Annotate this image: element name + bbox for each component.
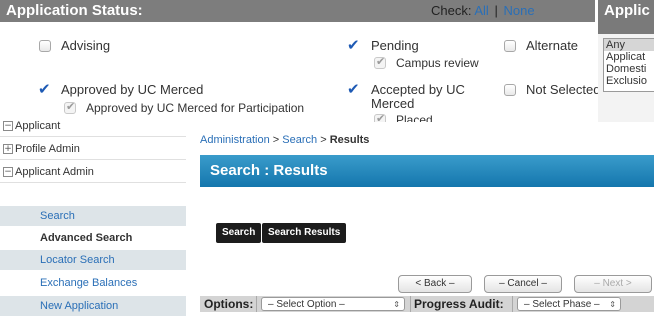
sidebar-item-search[interactable]: Search (0, 206, 186, 226)
back-button[interactable]: < Back – (398, 275, 472, 293)
check-label: Check: (431, 3, 472, 18)
campus-review-checkbox[interactable] (374, 55, 386, 69)
options-divider (256, 296, 257, 312)
cancel-button[interactable]: – Cancel – (484, 275, 562, 293)
main-content: Administration > Search > Results Search… (196, 122, 654, 312)
search-results-button[interactable]: Search Results (262, 223, 347, 243)
options-divider (512, 296, 513, 312)
advising-checkbox[interactable] (39, 40, 51, 52)
options-select-value: – Select Option – (268, 299, 345, 310)
advising-label: Advising (61, 38, 111, 53)
sidebar-item-label: Profile Admin (15, 143, 80, 155)
expand-icon: + (3, 144, 13, 154)
results-title-bar: Search : Results (200, 155, 654, 187)
next-button[interactable]: – Next > (574, 275, 652, 293)
check-separator: | (494, 3, 498, 18)
sidebar-item-label: Advanced Search (40, 232, 133, 244)
breadcrumb-arrow: > (272, 134, 280, 146)
sidebar-item-label: Search (40, 210, 75, 222)
listbox-option[interactable]: Exclusio (604, 75, 654, 87)
breadcrumb: Administration > Search > Results (200, 134, 369, 146)
options-divider (410, 296, 411, 312)
sidebar-item-label: Applicant Admin (15, 166, 94, 178)
breadcrumb-arrow: > (320, 134, 327, 146)
approved-participation-checkbox[interactable] (64, 100, 76, 114)
application-type-header: Applic (598, 0, 654, 34)
breadcrumb-administration[interactable]: Administration (200, 134, 270, 146)
listbox-option[interactable]: Applicat (604, 51, 654, 63)
breadcrumb-search[interactable]: Search (282, 134, 317, 146)
progress-audit-label: Progress Audit: (414, 297, 504, 311)
approved-participation-label: Approved by UC Merced for Participation (86, 101, 305, 115)
admin-screen: − Applicant + Profile Admin − Applicant … (0, 116, 654, 316)
progress-audit-select[interactable]: – Select Phase – ⇕ (517, 297, 621, 311)
progress-audit-select-value: – Select Phase – (524, 299, 600, 310)
listbox-option[interactable]: Domesti (604, 63, 654, 75)
approved-checkbox[interactable] (38, 80, 51, 98)
sidebar-item-applicant[interactable]: − Applicant (0, 116, 186, 137)
sidebar-item-new-application[interactable]: New Application (0, 296, 186, 316)
pending-label: Pending (371, 38, 419, 53)
status-title: Application Status: (6, 2, 143, 19)
campus-review-label: Campus review (396, 56, 479, 70)
listbox-option[interactable]: Any (604, 39, 654, 51)
collapse-icon: − (3, 167, 13, 177)
select-arrows-icon: ⇕ (393, 300, 400, 309)
sidebar-item-label: Locator Search (40, 254, 115, 266)
accepted-label-line2: Merced (371, 96, 415, 111)
select-arrows-icon: ⇕ (609, 300, 616, 309)
alternate-checkbox[interactable] (504, 40, 516, 52)
accepted-checkbox[interactable] (347, 80, 360, 98)
page-title: Search : Results (210, 162, 328, 179)
sidebar-item-exchange-balances[interactable]: Exchange Balances (0, 273, 186, 293)
not-selected-checkbox[interactable] (504, 84, 516, 96)
sidebar-item-profile-admin[interactable]: + Profile Admin (0, 139, 186, 160)
application-status-panel: Application Status: Check: All | None Ad… (0, 0, 654, 126)
sidebar-item-label: New Application (40, 300, 119, 312)
sidebar-item-advanced-search[interactable]: Advanced Search (0, 228, 186, 248)
breadcrumb-current: Results (329, 134, 370, 146)
pending-checkbox[interactable] (347, 36, 360, 54)
application-type-title: Applic (604, 2, 650, 19)
options-select[interactable]: – Select Option – ⇕ (261, 297, 405, 311)
options-label: Options: (204, 297, 254, 311)
check-all-link[interactable]: All (474, 3, 488, 18)
options-bar: Options: – Select Option – ⇕ Progress Au… (200, 296, 654, 312)
not-selected-label: Not Selected (526, 82, 601, 97)
collapse-icon: − (3, 121, 13, 131)
placed-label: Placed (396, 113, 433, 122)
search-button[interactable]: Search (216, 223, 262, 243)
application-type-listbox[interactable]: Any Applicat Domesti Exclusio (603, 38, 654, 92)
check-none-link[interactable]: None (503, 3, 534, 18)
sidebar-item-locator-search[interactable]: Locator Search (0, 250, 186, 270)
accepted-label-line1: Accepted by UC (371, 82, 465, 97)
sidebar-item-label: Applicant (15, 120, 61, 132)
sidebar: − Applicant + Profile Admin − Applicant … (0, 116, 186, 316)
approved-label: Approved by UC Merced (61, 82, 204, 97)
sidebar-item-label: Exchange Balances (40, 277, 138, 289)
check-all-none: Check: All | None (431, 3, 535, 18)
sidebar-item-applicant-admin[interactable]: − Applicant Admin (0, 162, 186, 183)
alternate-label: Alternate (526, 38, 579, 53)
